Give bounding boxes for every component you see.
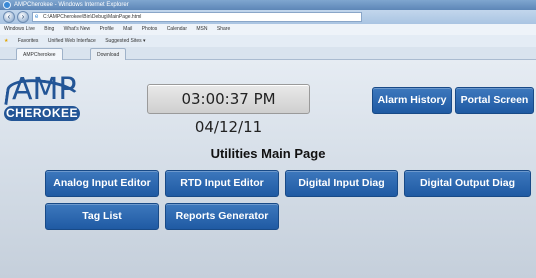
command-item-windows-live[interactable]: Windows Live [4, 26, 35, 32]
digital-output-diag-button[interactable]: Digital Output Diag [404, 170, 531, 197]
command-item-bing[interactable]: Bing [44, 26, 54, 32]
favorites-button[interactable]: Favorites [18, 38, 39, 44]
favorite-suggested-sites[interactable]: Suggested Sites ▾ [105, 38, 145, 44]
rtd-input-editor-button[interactable]: RTD Input Editor [165, 170, 279, 197]
address-text: C:\AMPCherokee\Bin\Debug\MainPage.html [43, 14, 142, 20]
tab-download[interactable]: Download [90, 48, 127, 60]
address-bar-row: ‹ › e C:\AMPCherokee\Bin\Debug\MainPage.… [0, 10, 536, 24]
page-title: Utilities Main Page [210, 146, 326, 161]
tab-ampcherokee[interactable]: AMPCherokee [16, 48, 63, 60]
portal-screen-button[interactable]: Portal Screen [455, 87, 534, 114]
logo-cherokee-text: CHEROKEE [4, 106, 80, 121]
command-bar: Windows Live Bing What's New Profile Mai… [0, 24, 536, 35]
forward-button[interactable]: › [17, 11, 29, 23]
command-item-profile[interactable]: Profile [100, 26, 114, 32]
command-item-mail[interactable]: Mail [123, 26, 132, 32]
command-item-share[interactable]: Share [217, 26, 230, 32]
back-button[interactable]: ‹ [3, 11, 15, 23]
analog-input-editor-button[interactable]: Analog Input Editor [45, 170, 159, 197]
internet-explorer-icon [3, 1, 11, 9]
page-content: AMP CHEROKEE 03:00:37 PM 04/12/11 Alarm … [0, 60, 536, 278]
clock-display: 03:00:37 PM 04/12/11 [147, 84, 310, 136]
address-input[interactable]: e C:\AMPCherokee\Bin\Debug\MainPage.html [32, 12, 362, 22]
amp-cherokee-logo: AMP CHEROKEE [4, 72, 114, 128]
favorites-star-icon[interactable]: ★ [4, 38, 8, 44]
logo-amp-text: AMP [12, 72, 77, 107]
digital-input-diag-button[interactable]: Digital Input Diag [285, 170, 398, 197]
command-item-calendar[interactable]: Calendar [167, 26, 187, 32]
alarm-history-button[interactable]: Alarm History [372, 87, 452, 114]
window-title: AMPCherokee - Windows Internet Explorer [14, 2, 129, 8]
window-title-bar: AMPCherokee - Windows Internet Explorer [0, 0, 536, 10]
favorites-bar: ★ Favorites Unified Web Interface Sugges… [0, 35, 536, 47]
tab-bar: AMPCherokee Download [0, 47, 536, 60]
command-item-msn[interactable]: MSN [196, 26, 207, 32]
command-item-photos[interactable]: Photos [142, 26, 158, 32]
favorite-unified-web-interface[interactable]: Unified Web Interface [48, 38, 96, 44]
command-item-whats-new[interactable]: What's New [64, 26, 91, 32]
reports-generator-button[interactable]: Reports Generator [165, 203, 279, 230]
page-icon: e [35, 14, 39, 20]
tag-list-button[interactable]: Tag List [45, 203, 159, 230]
